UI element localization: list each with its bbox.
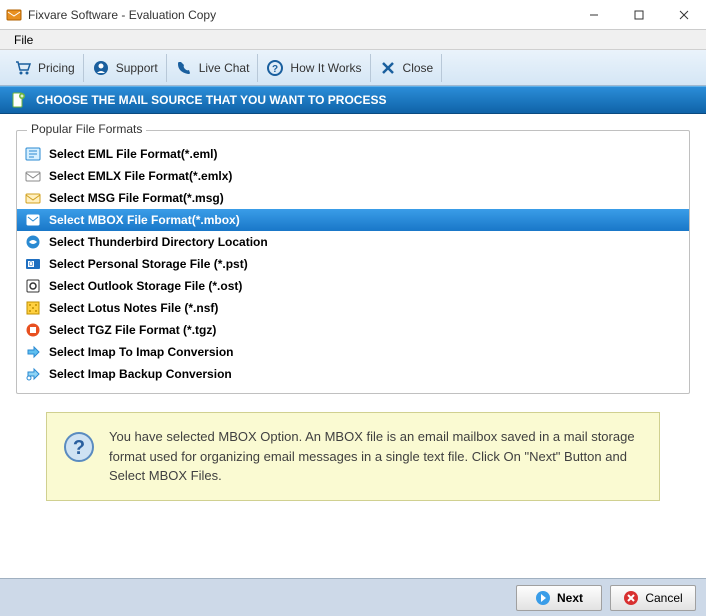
titlebar: Fixvare Software - Evaluation Copy xyxy=(0,0,706,30)
window-buttons xyxy=(571,0,706,30)
next-button[interactable]: Next xyxy=(516,585,602,611)
format-label: Select EML File Format(*.eml) xyxy=(49,147,218,161)
close-icon xyxy=(379,59,397,77)
msg-icon xyxy=(25,190,41,206)
format-label: Select Imap To Imap Conversion xyxy=(49,345,234,359)
support-button[interactable]: Support xyxy=(84,54,167,82)
format-item-thunderbird[interactable]: Select Thunderbird Directory Location xyxy=(17,231,689,253)
footer: Next Cancel xyxy=(0,578,706,616)
format-item-imap-backup[interactable]: Select Imap Backup Conversion xyxy=(17,363,689,385)
close-label: Close xyxy=(403,61,434,75)
cart-icon xyxy=(14,59,32,77)
svg-text:O: O xyxy=(29,262,34,268)
format-item-ost[interactable]: Select Outlook Storage File (*.ost) xyxy=(17,275,689,297)
maximize-button[interactable] xyxy=(616,0,661,30)
format-label: Select EMLX File Format(*.emlx) xyxy=(49,169,232,183)
info-panel: ? You have selected MBOX Option. An MBOX… xyxy=(46,412,660,501)
livechat-label: Live Chat xyxy=(199,61,250,75)
group-legend: Popular File Formats xyxy=(27,122,146,136)
pst-icon: O xyxy=(25,256,41,272)
minimize-button[interactable] xyxy=(571,0,616,30)
next-arrow-icon xyxy=(535,590,551,606)
format-label: Select TGZ File Format (*.tgz) xyxy=(49,323,216,337)
banner-text: CHOOSE THE MAIL SOURCE THAT YOU WANT TO … xyxy=(36,93,386,107)
svg-text:?: ? xyxy=(272,64,278,75)
format-item-msg[interactable]: Select MSG File Format(*.msg) xyxy=(17,187,689,209)
menubar: File xyxy=(0,30,706,50)
nsf-icon xyxy=(25,300,41,316)
format-item-nsf[interactable]: Select Lotus Notes File (*.nsf) xyxy=(17,297,689,319)
thunderbird-icon xyxy=(25,234,41,250)
next-label: Next xyxy=(557,591,583,605)
formats-groupbox: Popular File Formats Select EML File For… xyxy=(16,130,690,394)
format-item-imap[interactable]: Select Imap To Imap Conversion xyxy=(17,341,689,363)
phone-icon xyxy=(175,59,193,77)
format-label: Select MSG File Format(*.msg) xyxy=(49,191,224,205)
menu-file[interactable]: File xyxy=(6,31,41,49)
ost-icon xyxy=(25,278,41,294)
pricing-label: Pricing xyxy=(38,61,75,75)
imap-icon xyxy=(25,344,41,360)
info-text: You have selected MBOX Option. An MBOX f… xyxy=(109,427,643,486)
format-item-eml[interactable]: Select EML File Format(*.eml) xyxy=(17,143,689,165)
format-label: Select Personal Storage File (*.pst) xyxy=(49,257,248,271)
svg-text:?: ? xyxy=(73,437,85,459)
content-area: Popular File Formats Select EML File For… xyxy=(0,114,706,513)
howitworks-button[interactable]: ? How It Works xyxy=(258,54,370,82)
pricing-button[interactable]: Pricing xyxy=(6,54,84,82)
close-window-button[interactable] xyxy=(661,0,706,30)
format-label: Select Lotus Notes File (*.nsf) xyxy=(49,301,218,315)
close-button[interactable]: Close xyxy=(371,54,443,82)
format-label: Select Imap Backup Conversion xyxy=(49,367,232,381)
support-label: Support xyxy=(116,61,158,75)
imap-backup-icon xyxy=(25,366,41,382)
format-item-tgz[interactable]: Select TGZ File Format (*.tgz) xyxy=(17,319,689,341)
format-item-emlx[interactable]: Select EMLX File Format(*.emlx) xyxy=(17,165,689,187)
question-icon: ? xyxy=(266,59,284,77)
livechat-button[interactable]: Live Chat xyxy=(167,54,259,82)
format-label: Select Thunderbird Directory Location xyxy=(49,235,268,249)
app-icon xyxy=(6,7,22,23)
format-label: Select Outlook Storage File (*.ost) xyxy=(49,279,242,293)
cancel-button[interactable]: Cancel xyxy=(610,585,696,611)
banner: CHOOSE THE MAIL SOURCE THAT YOU WANT TO … xyxy=(0,86,706,114)
tgz-icon xyxy=(25,322,41,338)
support-icon xyxy=(92,59,110,77)
format-item-mbox[interactable]: Select MBOX File Format(*.mbox) xyxy=(17,209,689,231)
emlx-icon xyxy=(25,168,41,184)
format-label: Select MBOX File Format(*.mbox) xyxy=(49,213,240,227)
howitworks-label: How It Works xyxy=(290,61,361,75)
window-title: Fixvare Software - Evaluation Copy xyxy=(28,8,216,22)
mbox-icon xyxy=(25,212,41,228)
toolbar: Pricing Support Live Chat ? How It Works… xyxy=(0,50,706,86)
cancel-x-icon xyxy=(623,590,639,606)
format-item-pst[interactable]: O Select Personal Storage File (*.pst) xyxy=(17,253,689,275)
info-question-icon: ? xyxy=(63,431,95,463)
cancel-label: Cancel xyxy=(645,591,682,605)
eml-icon xyxy=(25,146,41,162)
document-plus-icon xyxy=(10,92,26,108)
